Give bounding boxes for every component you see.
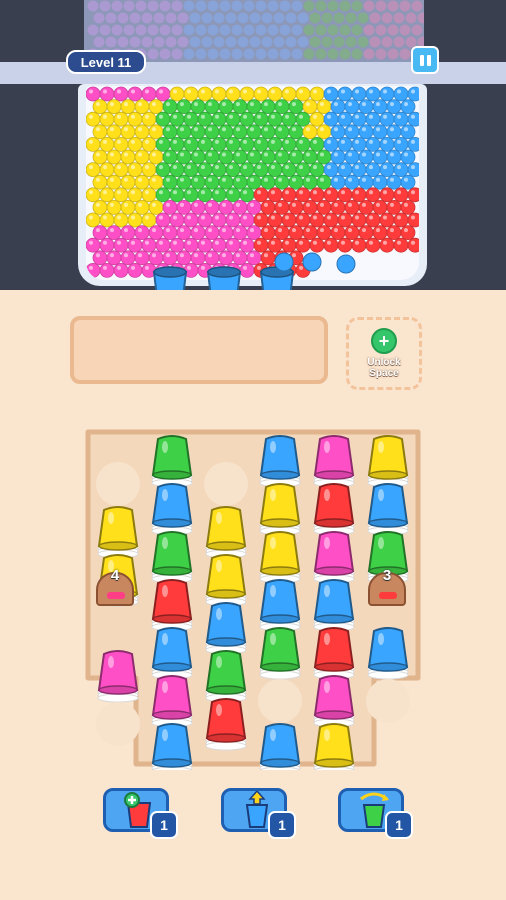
launch-cup[interactable]	[206, 266, 242, 290]
empty-slot	[96, 702, 140, 746]
add-cup-count: 1	[150, 811, 178, 839]
level-indicator: Level 11	[66, 50, 146, 74]
lift-cup-count: 1	[268, 811, 296, 839]
cup-green[interactable]	[151, 435, 193, 488]
cup-pile-left[interactable]: 4	[96, 567, 134, 606]
cup-yellow[interactable]	[259, 531, 301, 584]
cup-yellow[interactable]	[205, 506, 247, 559]
shuffle-cup-booster-button[interactable]: 1	[338, 788, 413, 839]
cup-queue-tray[interactable]	[70, 316, 328, 384]
cup-green[interactable]	[259, 627, 301, 680]
cup-green[interactable]	[205, 650, 247, 703]
cup-yellow[interactable]	[259, 483, 301, 536]
pause-button[interactable]	[411, 46, 439, 74]
lift-cup-booster-button[interactable]: 1	[221, 788, 296, 839]
pause-icon-bar	[426, 54, 431, 66]
empty-slot	[96, 462, 140, 506]
empty-slot	[204, 462, 248, 506]
cup-blue[interactable]	[205, 602, 247, 655]
cup-blue[interactable]	[151, 483, 193, 536]
cup-pink[interactable]	[97, 650, 139, 703]
cup-blue[interactable]	[151, 723, 193, 770]
cup-pile-right[interactable]: 3	[368, 567, 406, 606]
ball-blue	[274, 252, 294, 272]
cup-pink[interactable]	[313, 531, 355, 584]
launch-cup[interactable]	[152, 266, 188, 290]
ball-blue	[302, 252, 322, 272]
cup-blue[interactable]	[259, 435, 301, 488]
unlock-space-label: Unlock Space	[367, 357, 401, 379]
cup-red[interactable]	[313, 483, 355, 536]
ball-blue	[336, 254, 356, 274]
cup-pink[interactable]	[313, 435, 355, 488]
add-cup-booster-button[interactable]: 1	[103, 788, 178, 839]
cup-board: 4 3	[84, 428, 422, 770]
cup-yellow[interactable]	[205, 554, 247, 607]
unlock-space-button[interactable]: + Unlock Space	[346, 317, 422, 390]
cup-yellow[interactable]	[367, 435, 409, 488]
ball-tank-area	[0, 0, 506, 290]
empty-slot	[258, 679, 302, 723]
cup-blue[interactable]	[151, 627, 193, 680]
level-label: Level 11	[80, 54, 132, 70]
pile-color-left	[107, 592, 125, 599]
cup-red[interactable]	[313, 627, 355, 680]
shuffle-cup-count: 1	[385, 811, 413, 839]
cup-blue[interactable]	[259, 579, 301, 632]
cup-red[interactable]	[205, 698, 247, 751]
pile-count-right: 3	[382, 567, 392, 584]
cup-blue[interactable]	[367, 483, 409, 536]
cup-yellow[interactable]	[97, 506, 139, 559]
pause-icon	[419, 54, 424, 66]
cup-blue[interactable]	[259, 723, 301, 770]
cup-red[interactable]	[151, 579, 193, 632]
cup-blue[interactable]	[367, 627, 409, 680]
cup-blue[interactable]	[313, 579, 355, 632]
cup-pink[interactable]	[313, 675, 355, 728]
cup-yellow[interactable]	[313, 723, 355, 770]
cup-pink[interactable]	[151, 675, 193, 728]
pile-count-left: 4	[110, 567, 120, 584]
plus-icon: +	[371, 328, 397, 354]
cup-green[interactable]	[151, 531, 193, 584]
launch-area	[152, 252, 356, 290]
empty-slot	[366, 679, 410, 723]
pile-color-right	[379, 592, 397, 599]
